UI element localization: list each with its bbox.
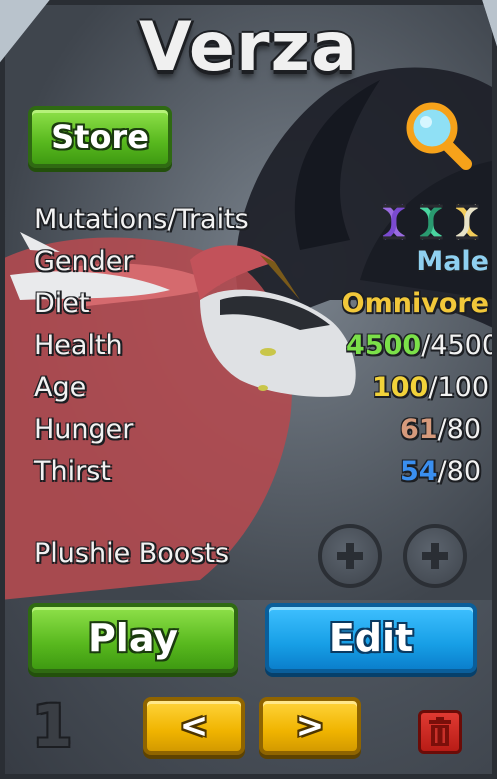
stat-row-health: Health 4500/4500 bbox=[34, 330, 497, 372]
stat-label: Diet bbox=[34, 288, 90, 319]
creature-name: Verza bbox=[138, 8, 359, 87]
stat-row-diet: Diet Omnivore bbox=[34, 288, 489, 330]
stat-max: /100 bbox=[428, 372, 489, 403]
slot-number: 1 bbox=[32, 692, 73, 760]
stat-value: Omnivore bbox=[341, 288, 489, 319]
edit-button[interactable]: Edit bbox=[265, 603, 477, 673]
stat-row-hunger: Hunger 61/80 bbox=[34, 414, 489, 456]
stat-value: 100/100 bbox=[372, 372, 489, 403]
stat-max: /80 bbox=[437, 456, 481, 487]
stat-value: 54/80 bbox=[400, 456, 481, 487]
stat-label: Thirst bbox=[34, 456, 111, 487]
next-button[interactable]: > bbox=[259, 697, 361, 755]
plus-icon bbox=[422, 543, 448, 569]
stat-current: 100 bbox=[371, 372, 429, 403]
stat-row-age: Age 100/100 bbox=[34, 372, 489, 414]
stat-value: 61/80 bbox=[400, 414, 481, 445]
plushie-slot-2[interactable] bbox=[403, 524, 467, 588]
previous-button[interactable]: < bbox=[143, 697, 245, 755]
stat-max: /80 bbox=[437, 414, 481, 445]
stat-label: Age bbox=[34, 372, 87, 403]
stat-row-mutations: Mutations/Traits bbox=[34, 204, 489, 246]
stat-value: Male bbox=[416, 246, 489, 277]
stat-row-thirst: Thirst 54/80 bbox=[34, 456, 489, 498]
stat-current: 61 bbox=[399, 414, 438, 445]
stat-value: 4500/4500 bbox=[346, 330, 497, 361]
stat-label: Health bbox=[34, 330, 123, 361]
stat-label: Hunger bbox=[34, 414, 134, 445]
plushie-slot-1[interactable] bbox=[318, 524, 382, 588]
creature-panel: Verza Store Mutations/Traits Gender Male… bbox=[0, 0, 497, 779]
delete-button[interactable] bbox=[418, 710, 462, 754]
plushie-boosts-label: Plushie Boosts bbox=[34, 538, 230, 569]
stat-label: Gender bbox=[34, 246, 134, 277]
magnifying-glass-icon[interactable] bbox=[404, 100, 472, 170]
stat-label: Mutations/Traits bbox=[34, 204, 249, 235]
play-button[interactable]: Play bbox=[28, 603, 238, 673]
stat-current: 54 bbox=[399, 456, 438, 487]
plus-icon bbox=[337, 543, 363, 569]
stats-list: Mutations/Traits Gender Male Diet Omnivo… bbox=[34, 204, 497, 498]
stat-max: /4500 bbox=[421, 330, 497, 361]
stat-current: 4500 bbox=[346, 330, 422, 361]
trash-icon bbox=[429, 717, 451, 746]
store-button[interactable]: Store bbox=[28, 106, 172, 168]
stat-row-gender: Gender Male bbox=[34, 246, 489, 288]
